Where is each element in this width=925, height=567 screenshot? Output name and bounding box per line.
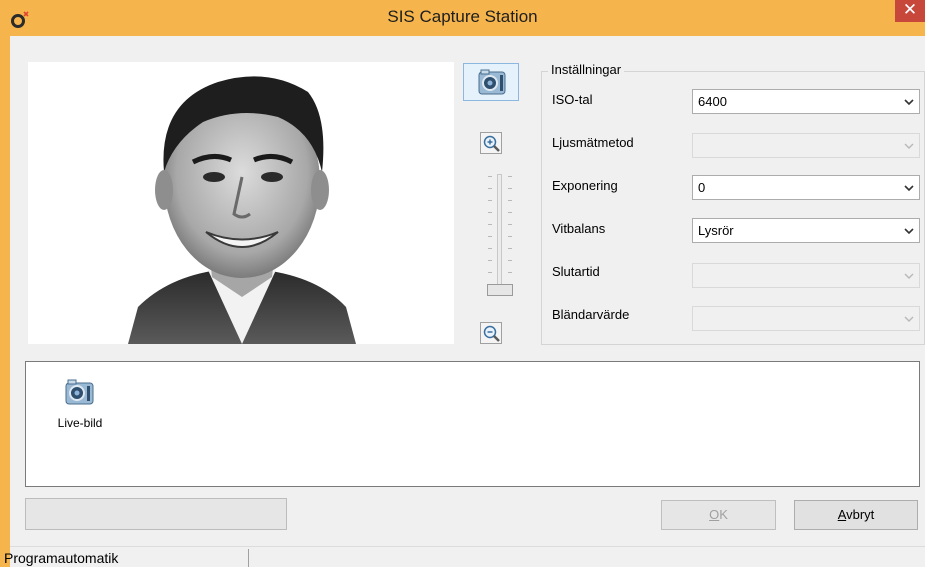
chevron-down-icon: [904, 316, 914, 322]
ok-button: OK: [661, 500, 776, 530]
chevron-down-icon: [904, 273, 914, 279]
camera-icon: [65, 379, 94, 405]
slider-thumb[interactable]: [487, 284, 513, 296]
slider-tick: [488, 248, 492, 249]
title-bar[interactable]: SIS Capture Station ✕: [0, 0, 925, 36]
shutter-label: Slutartid: [552, 264, 600, 279]
camera-icon: [478, 69, 506, 95]
status-bar: Programautomatik: [4, 546, 925, 567]
slider-tick: [508, 260, 512, 261]
slider-tick: [508, 224, 512, 225]
cancel-button[interactable]: Avbryt: [794, 500, 918, 530]
aperture-label: Bländarvärde: [552, 307, 630, 322]
iso-value: 6400: [698, 94, 727, 109]
slider-tick: [488, 260, 492, 261]
slider-track: [497, 174, 502, 296]
exposure-select[interactable]: 0: [692, 175, 920, 200]
white-balance-select[interactable]: Lysrör: [692, 218, 920, 243]
thumbnail-label: Live-bild: [57, 416, 103, 430]
white-balance-label: Vitbalans: [552, 221, 606, 236]
progress-bar: [25, 498, 287, 530]
portrait-photo: [28, 62, 454, 344]
close-button[interactable]: ✕: [895, 0, 925, 22]
settings-group-title: Inställningar: [548, 62, 625, 77]
cancel-mnemonic: A: [837, 507, 847, 522]
zoom-out-icon: [483, 325, 500, 342]
chevron-down-icon: [904, 143, 914, 149]
status-separator: [248, 549, 249, 567]
slider-tick: [508, 188, 512, 189]
zoom-out-button[interactable]: [480, 322, 502, 344]
chevron-down-icon: [904, 99, 914, 106]
list-item[interactable]: Live-bild: [50, 368, 110, 438]
ok-mnemonic: O: [709, 507, 720, 522]
exposure-label: Exponering: [552, 178, 618, 193]
slider-tick: [508, 200, 512, 201]
ok-label-rest: K: [719, 507, 728, 522]
thumbnail-list[interactable]: Live-bild: [25, 361, 920, 487]
window-title: SIS Capture Station: [387, 7, 538, 26]
zoom-in-button[interactable]: [480, 132, 502, 154]
chevron-down-icon: [904, 228, 914, 235]
slider-tick: [508, 236, 512, 237]
iso-label: ISO-tal: [552, 92, 593, 107]
exposure-value: 0: [698, 180, 706, 195]
slider-tick: [488, 212, 492, 213]
cancel-label-rest: vbryt: [846, 507, 875, 522]
slider-tick: [488, 188, 492, 189]
slider-tick: [488, 272, 492, 273]
slider-tick: [488, 176, 492, 177]
zoom-slider[interactable]: [480, 170, 520, 302]
chevron-down-icon: [904, 185, 914, 192]
slider-tick: [508, 272, 512, 273]
capture-window: SIS Capture Station ✕ Inställningar ISO-…: [0, 0, 925, 567]
white-balance-value: Lysrör: [698, 223, 734, 238]
aperture-select: [692, 306, 920, 331]
slider-tick: [508, 248, 512, 249]
zoom-in-icon: [483, 135, 500, 152]
client-area: Inställningar ISO-tal 6400 Ljusmätmetod …: [4, 36, 925, 567]
shutter-select: [692, 263, 920, 288]
slider-tick: [488, 200, 492, 201]
iso-select[interactable]: 6400: [692, 89, 920, 114]
capture-camera-button[interactable]: [463, 63, 519, 101]
metering-select: [692, 133, 920, 158]
metering-label: Ljusmätmetod: [552, 135, 634, 150]
slider-tick: [488, 224, 492, 225]
status-text: Programautomatik: [4, 550, 119, 566]
slider-tick: [488, 236, 492, 237]
slider-tick: [508, 176, 512, 177]
slider-tick: [508, 212, 512, 213]
